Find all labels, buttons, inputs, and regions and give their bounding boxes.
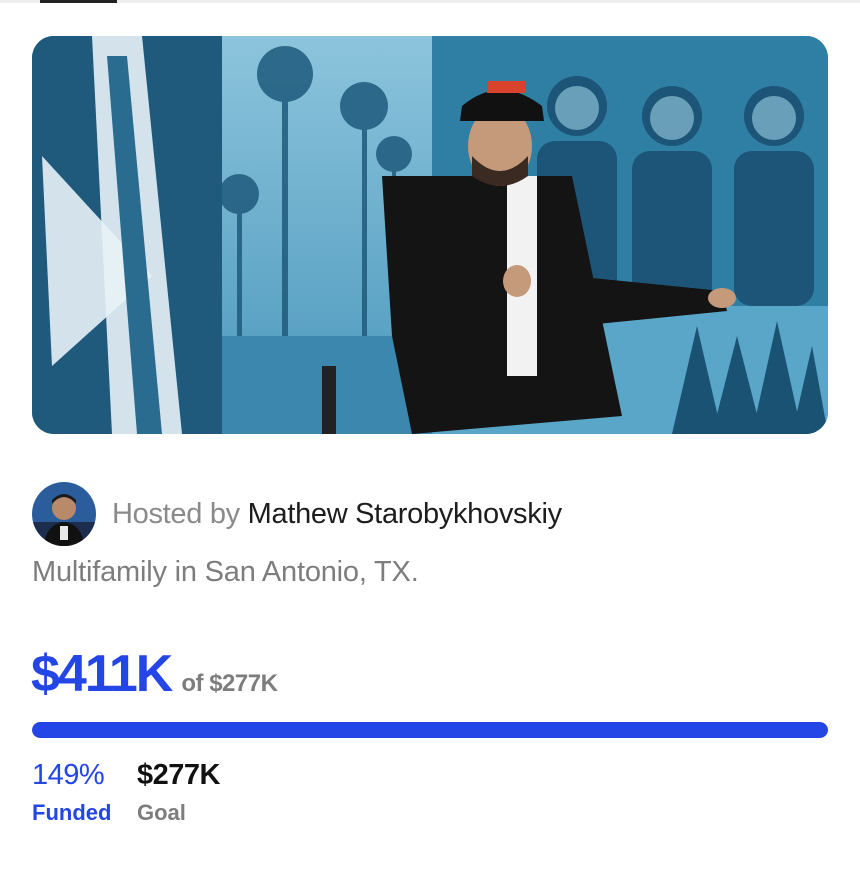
goal-stat: $277K Goal (137, 758, 220, 828)
goal-comparison: of $277K (181, 670, 278, 697)
deal-card: Hosted by Mathew Starobykhovskiy Multifa… (0, 0, 860, 870)
active-tab-indicator[interactable] (40, 0, 117, 3)
host-line: Hosted by Mathew Starobykhovskiy (112, 498, 562, 531)
host-name[interactable]: Mathew Starobykhovskiy (248, 498, 562, 530)
hosted-by-label: Hosted by (112, 497, 240, 530)
host-avatar-image (32, 482, 96, 546)
funded-stat: 149% Funded (32, 758, 111, 828)
raised-amount: $411K (31, 645, 173, 703)
speaker-photo (32, 36, 828, 434)
hero-image[interactable] (32, 36, 828, 434)
goal-caption: Goal (137, 800, 186, 825)
funding-progress-bar (32, 722, 828, 738)
deal-subtitle: Multifamily in San Antonio, TX. (32, 556, 419, 588)
funded-percent: 149% (32, 759, 105, 791)
goal-amount: $277K (137, 759, 220, 791)
raised-summary: $411K of $277K (31, 644, 278, 704)
funding-progress-fill (32, 722, 828, 738)
funded-caption: Funded (32, 800, 112, 825)
host-avatar[interactable] (32, 482, 96, 546)
top-divider (0, 0, 860, 3)
host-row: Hosted by Mathew Starobykhovskiy (32, 482, 562, 546)
